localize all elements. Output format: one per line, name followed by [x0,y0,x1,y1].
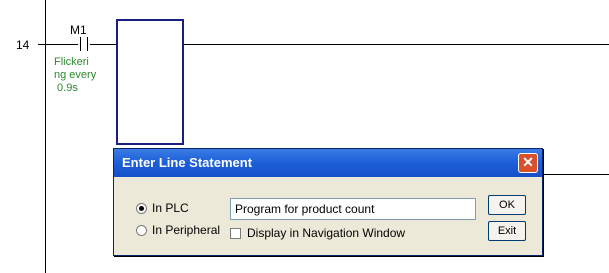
display-in-navigation-checkbox[interactable]: Display in Navigation Window [230,226,405,240]
comment-line: 0.9s [54,82,78,94]
dialog-title: Enter Line Statement [122,155,253,170]
close-button[interactable]: ✕ [518,153,538,173]
contact-label: M1 [70,23,87,37]
radio-button-selected[interactable] [136,202,147,214]
enter-line-statement-dialog: Enter Line Statement ✕ In PLC In Periphe… [113,148,543,256]
rung-wire-left [46,44,78,45]
radio-in-peripheral[interactable]: In Peripheral [136,223,220,237]
comment-line: ng every [54,69,97,81]
statement-input[interactable] [230,198,476,220]
edit-cursor[interactable] [116,19,184,145]
checkbox-label: Display in Navigation Window [247,226,406,240]
rung-wire-right [184,44,609,45]
radio-button[interactable] [136,224,147,236]
checkbox-box[interactable] [230,227,241,239]
close-icon: ✕ [522,154,534,170]
rung-tick [38,44,45,45]
radio-in-plc[interactable]: In PLC [136,201,189,215]
device-comment: Flickeri ng every 0.9s [54,56,114,95]
radio-in-peripheral-label: In Peripheral [152,223,221,237]
contact-symbol[interactable] [78,37,90,51]
radio-in-plc-label: In PLC [152,201,189,215]
rung-number: 14 [16,38,30,52]
rung-wire-mid [90,44,116,45]
exit-button[interactable]: Exit [488,221,526,241]
dialog-titlebar[interactable]: Enter Line Statement ✕ [114,149,542,177]
comment-line: Flickeri [54,56,89,68]
ok-button[interactable]: OK [488,195,526,215]
rung-wire-lower [543,174,609,175]
left-power-rail [45,0,46,273]
